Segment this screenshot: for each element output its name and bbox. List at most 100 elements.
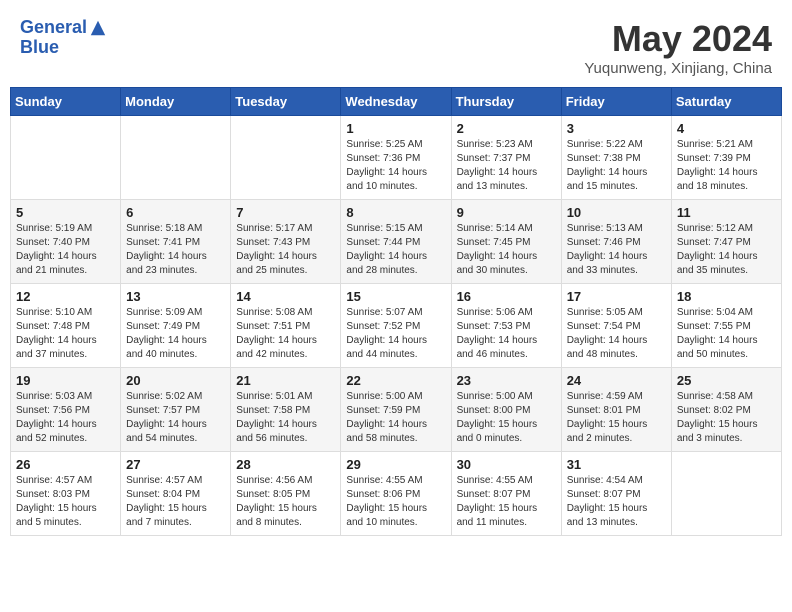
calendar-cell: 27 Sunrise: 4:57 AMSunset: 8:04 PMDayligh… bbox=[121, 452, 231, 536]
calendar-cell: 28 Sunrise: 4:56 AMSunset: 8:05 PMDayligh… bbox=[231, 452, 341, 536]
cell-info: Sunrise: 5:12 AMSunset: 7:47 PMDaylight:… bbox=[677, 222, 776, 278]
day-number: 18 bbox=[677, 289, 776, 304]
calendar-cell: 14Sunrise: 5:08 AMSunset: 7:51 PMDayligh… bbox=[231, 284, 341, 368]
day-number: 26 bbox=[16, 457, 115, 472]
cell-info: Sunrise: 4:54 AMSunset: 8:07 PMDaylight:… bbox=[567, 474, 666, 530]
calendar-cell: 16 Sunrise: 5:06 AMSunset: 7:53 PMDayligh… bbox=[451, 284, 561, 368]
day-number: 29 bbox=[346, 457, 445, 472]
cell-info: Sunrise: 5:18 AMSunset: 7:41 PMDaylight:… bbox=[126, 222, 225, 278]
calendar-cell: 13 Sunrise: 5:09 AMSunset: 7:49 PMDayligh… bbox=[121, 284, 231, 368]
calendar-cell: 18 Sunrise: 5:04 AMSunset: 7:55 PMDayligh… bbox=[671, 284, 781, 368]
cell-info: Sunrise: 5:14 AMSunset: 7:45 PMDaylight:… bbox=[457, 222, 556, 278]
day-number: 21 bbox=[236, 373, 335, 388]
calendar-week-row: 26 Sunrise: 4:57 AMSunset: 8:03 PMDayligh… bbox=[11, 452, 782, 536]
calendar-cell: 21 Sunrise: 5:01 AMSunset: 7:58 PMDayligh… bbox=[231, 368, 341, 452]
calendar-cell: 26 Sunrise: 4:57 AMSunset: 8:03 PMDayligh… bbox=[11, 452, 121, 536]
calendar-cell bbox=[121, 116, 231, 200]
calendar-cell bbox=[11, 116, 121, 200]
calendar-cell: 19Sunrise: 5:03 AMSunset: 7:56 PMDayligh… bbox=[11, 368, 121, 452]
calendar-cell: 24 Sunrise: 4:59 AMSunset: 8:01 PMDayligh… bbox=[561, 368, 671, 452]
day-number: 16 bbox=[457, 289, 556, 304]
title-block: May 2024 Yuqunweng, Xinjiang, China bbox=[584, 18, 772, 77]
cell-info: Sunrise: 5:03 AMSunset: 7:56 PMDaylight:… bbox=[16, 390, 115, 446]
cell-info: Sunrise: 5:21 AMSunset: 7:39 PMDaylight:… bbox=[677, 138, 776, 194]
logo-icon bbox=[89, 19, 107, 37]
logo-general: General bbox=[20, 17, 87, 37]
calendar-cell: 23Sunrise: 5:00 AMSunset: 8:00 PMDayligh… bbox=[451, 368, 561, 452]
calendar-cell: 1Sunrise: 5:25 AMSunset: 7:36 PMDaylight… bbox=[341, 116, 451, 200]
day-number: 25 bbox=[677, 373, 776, 388]
cell-info: Sunrise: 5:19 AMSunset: 7:40 PMDaylight:… bbox=[16, 222, 115, 278]
location: Yuqunweng, Xinjiang, China bbox=[584, 60, 772, 77]
cell-info: Sunrise: 4:57 AMSunset: 8:03 PMDaylight:… bbox=[16, 474, 115, 530]
weekday-header: Saturday bbox=[671, 88, 781, 116]
cell-info: Sunrise: 5:23 AMSunset: 7:37 PMDaylight:… bbox=[457, 138, 556, 194]
weekday-header: Thursday bbox=[451, 88, 561, 116]
weekday-header: Tuesday bbox=[231, 88, 341, 116]
cell-info: Sunrise: 4:55 AMSunset: 8:07 PMDaylight:… bbox=[457, 474, 556, 530]
calendar-cell: 22Sunrise: 5:00 AMSunset: 7:59 PMDayligh… bbox=[341, 368, 451, 452]
day-number: 13 bbox=[126, 289, 225, 304]
cell-info: Sunrise: 5:22 AMSunset: 7:38 PMDaylight:… bbox=[567, 138, 666, 194]
weekday-header: Wednesday bbox=[341, 88, 451, 116]
calendar-cell: 3 Sunrise: 5:22 AMSunset: 7:38 PMDaylight… bbox=[561, 116, 671, 200]
day-number: 14 bbox=[236, 289, 335, 304]
day-number: 5 bbox=[16, 205, 115, 220]
calendar-cell: 12 Sunrise: 5:10 AMSunset: 7:48 PMDayligh… bbox=[11, 284, 121, 368]
day-number: 7 bbox=[236, 205, 335, 220]
calendar-week-row: 12 Sunrise: 5:10 AMSunset: 7:48 PMDayligh… bbox=[11, 284, 782, 368]
cell-info: Sunrise: 4:59 AMSunset: 8:01 PMDaylight:… bbox=[567, 390, 666, 446]
calendar-table: SundayMondayTuesdayWednesdayThursdayFrid… bbox=[10, 87, 782, 536]
cell-info: Sunrise: 5:01 AMSunset: 7:58 PMDaylight:… bbox=[236, 390, 335, 446]
day-number: 27 bbox=[126, 457, 225, 472]
cell-info: Sunrise: 5:00 AMSunset: 7:59 PMDaylight:… bbox=[346, 390, 445, 446]
cell-info: Sunrise: 5:13 AMSunset: 7:46 PMDaylight:… bbox=[567, 222, 666, 278]
calendar-cell: 25Sunrise: 4:58 AMSunset: 8:02 PMDayligh… bbox=[671, 368, 781, 452]
day-number: 31 bbox=[567, 457, 666, 472]
day-number: 28 bbox=[236, 457, 335, 472]
day-number: 15 bbox=[346, 289, 445, 304]
calendar-cell bbox=[671, 452, 781, 536]
calendar-week-row: 1Sunrise: 5:25 AMSunset: 7:36 PMDaylight… bbox=[11, 116, 782, 200]
calendar-cell: 11Sunrise: 5:12 AMSunset: 7:47 PMDayligh… bbox=[671, 200, 781, 284]
day-number: 1 bbox=[346, 121, 445, 136]
day-number: 24 bbox=[567, 373, 666, 388]
day-number: 6 bbox=[126, 205, 225, 220]
calendar-week-row: 19Sunrise: 5:03 AMSunset: 7:56 PMDayligh… bbox=[11, 368, 782, 452]
calendar-cell: 29Sunrise: 4:55 AMSunset: 8:06 PMDayligh… bbox=[341, 452, 451, 536]
calendar-cell: 10 Sunrise: 5:13 AMSunset: 7:46 PMDayligh… bbox=[561, 200, 671, 284]
calendar-cell: 31 Sunrise: 4:54 AMSunset: 8:07 PMDayligh… bbox=[561, 452, 671, 536]
header-row: SundayMondayTuesdayWednesdayThursdayFrid… bbox=[11, 88, 782, 116]
weekday-header: Sunday bbox=[11, 88, 121, 116]
day-number: 20 bbox=[126, 373, 225, 388]
weekday-header: Friday bbox=[561, 88, 671, 116]
calendar-cell: 8Sunrise: 5:15 AMSunset: 7:44 PMDaylight… bbox=[341, 200, 451, 284]
day-number: 10 bbox=[567, 205, 666, 220]
calendar-cell: 15Sunrise: 5:07 AMSunset: 7:52 PMDayligh… bbox=[341, 284, 451, 368]
calendar-cell: 9Sunrise: 5:14 AMSunset: 7:45 PMDaylight… bbox=[451, 200, 561, 284]
cell-info: Sunrise: 5:02 AMSunset: 7:57 PMDaylight:… bbox=[126, 390, 225, 446]
calendar-cell: 30 Sunrise: 4:55 AMSunset: 8:07 PMDayligh… bbox=[451, 452, 561, 536]
cell-info: Sunrise: 5:06 AMSunset: 7:53 PMDaylight:… bbox=[457, 306, 556, 362]
day-number: 4 bbox=[677, 121, 776, 136]
calendar-week-row: 5 Sunrise: 5:19 AMSunset: 7:40 PMDaylight… bbox=[11, 200, 782, 284]
calendar-cell: 20 Sunrise: 5:02 AMSunset: 7:57 PMDayligh… bbox=[121, 368, 231, 452]
day-number: 30 bbox=[457, 457, 556, 472]
day-number: 3 bbox=[567, 121, 666, 136]
cell-info: Sunrise: 4:56 AMSunset: 8:05 PMDaylight:… bbox=[236, 474, 335, 530]
calendar-cell: 7 Sunrise: 5:17 AMSunset: 7:43 PMDaylight… bbox=[231, 200, 341, 284]
cell-info: Sunrise: 5:10 AMSunset: 7:48 PMDaylight:… bbox=[16, 306, 115, 362]
weekday-header: Monday bbox=[121, 88, 231, 116]
page-header: General Blue May 2024 Yuqunweng, Xinjian… bbox=[10, 10, 782, 81]
cell-info: Sunrise: 5:04 AMSunset: 7:55 PMDaylight:… bbox=[677, 306, 776, 362]
calendar-cell: 5 Sunrise: 5:19 AMSunset: 7:40 PMDaylight… bbox=[11, 200, 121, 284]
logo-blue: Blue bbox=[20, 38, 107, 58]
day-number: 12 bbox=[16, 289, 115, 304]
cell-info: Sunrise: 4:57 AMSunset: 8:04 PMDaylight:… bbox=[126, 474, 225, 530]
cell-info: Sunrise: 5:17 AMSunset: 7:43 PMDaylight:… bbox=[236, 222, 335, 278]
cell-info: Sunrise: 5:09 AMSunset: 7:49 PMDaylight:… bbox=[126, 306, 225, 362]
day-number: 23 bbox=[457, 373, 556, 388]
calendar-cell: 6 Sunrise: 5:18 AMSunset: 7:41 PMDaylight… bbox=[121, 200, 231, 284]
day-number: 2 bbox=[457, 121, 556, 136]
calendar-cell: 2 Sunrise: 5:23 AMSunset: 7:37 PMDaylight… bbox=[451, 116, 561, 200]
